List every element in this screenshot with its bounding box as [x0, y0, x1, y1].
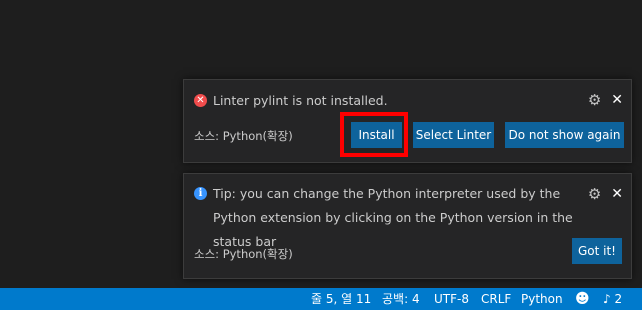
close-icon[interactable]: ✕ — [611, 187, 623, 202]
gear-icon[interactable]: ⚙ — [588, 93, 601, 108]
notification-python-tip: i Tip: you can change the Python interpr… — [183, 173, 632, 279]
notifications-indicator[interactable]: ♪ 2 — [603, 288, 622, 310]
notification-toolbar: ⚙ ✕ — [588, 93, 623, 108]
notification-count: 2 — [614, 292, 623, 306]
notification-message: Tip: you can change the Python interpret… — [213, 186, 573, 249]
bell-icon: ♪ — [603, 292, 611, 306]
notification-pylint: ✕ Linter pylint is not installed. ⚙ ✕ 소스… — [183, 79, 632, 163]
notification-toolbar: ⚙ ✕ — [588, 187, 623, 202]
status-language[interactable]: Python — [521, 288, 563, 310]
notification-source: 소스: Python(확장) — [194, 247, 293, 261]
status-encoding[interactable]: UTF-8 — [434, 288, 469, 310]
smiley-icon[interactable]: ☻ — [575, 288, 590, 310]
info-icon: i — [194, 187, 207, 200]
got-it-button[interactable]: Got it! — [572, 238, 622, 264]
error-icon: ✕ — [194, 94, 207, 107]
status-bar: 줄 5, 열 11 공백: 4 UTF-8 CRLF Python ☻ ♪ 2 — [0, 288, 642, 310]
notification-message-row: i Tip: you can change the Python interpr… — [194, 182, 621, 254]
notification-message-row: ✕ Linter pylint is not installed. — [194, 89, 621, 113]
gear-icon[interactable]: ⚙ — [588, 187, 601, 202]
status-eol[interactable]: CRLF — [481, 288, 511, 310]
status-indentation[interactable]: 공백: 4 — [382, 288, 420, 310]
status-cursor-position[interactable]: 줄 5, 열 11 — [311, 288, 371, 310]
select-linter-button[interactable]: Select Linter — [413, 122, 494, 148]
close-icon[interactable]: ✕ — [611, 93, 623, 108]
notification-message: Linter pylint is not installed. — [213, 93, 388, 108]
install-button[interactable]: Install — [351, 122, 402, 148]
do-not-show-again-button[interactable]: Do not show again — [505, 122, 624, 148]
notification-source: 소스: Python(확장) — [194, 129, 293, 143]
